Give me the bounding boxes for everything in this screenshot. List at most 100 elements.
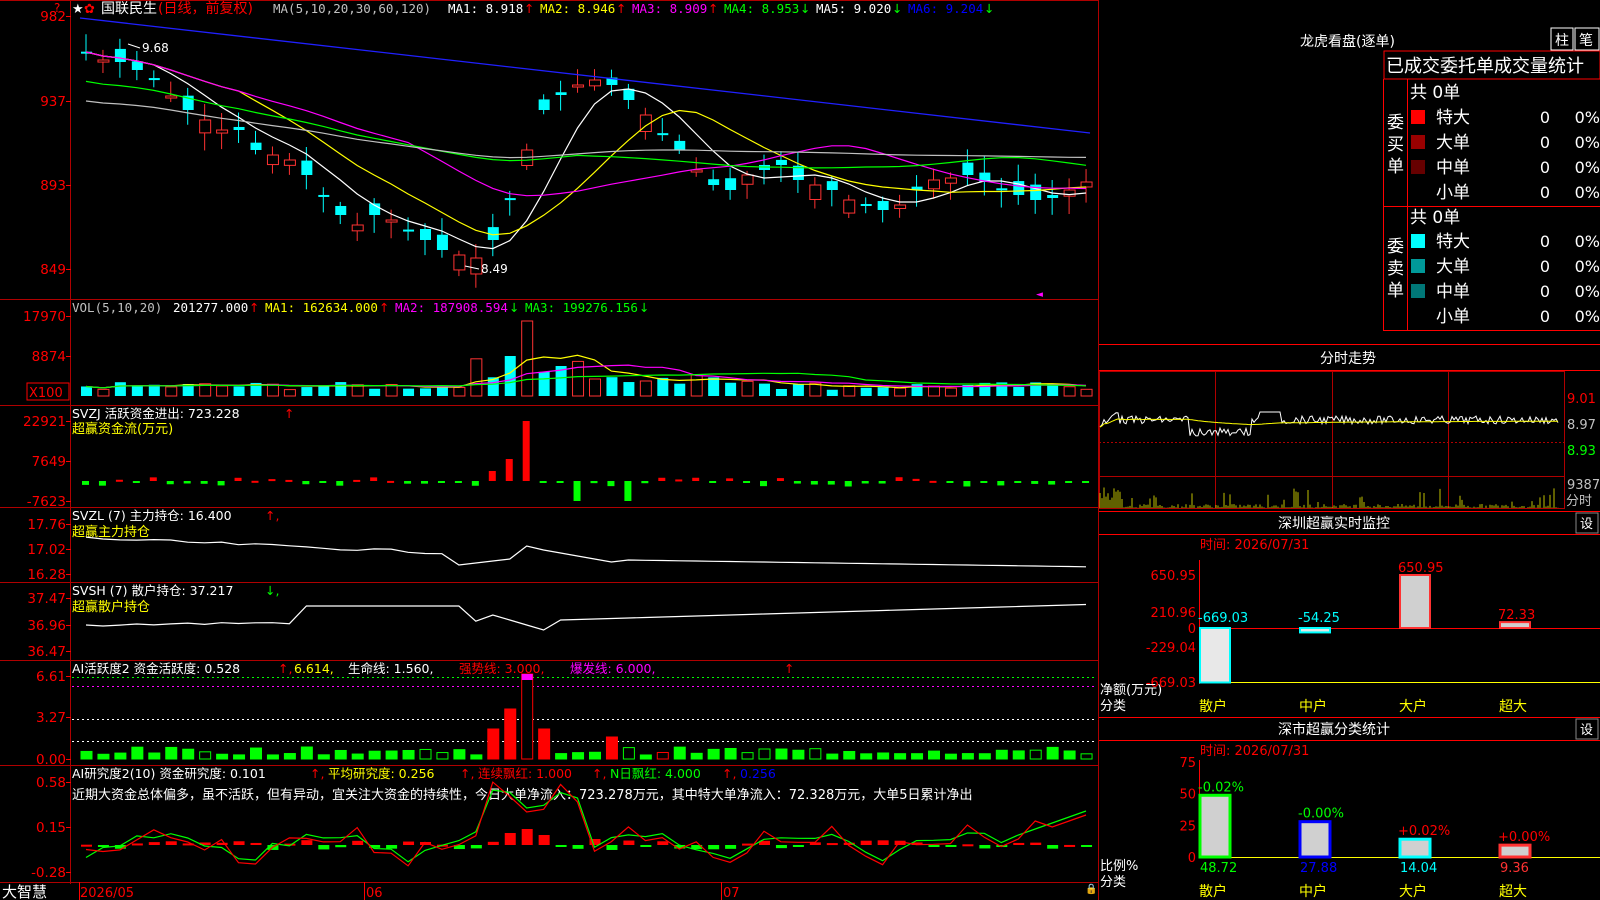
stats-bar-change: -0.02% xyxy=(1198,780,1244,795)
fund-flow-bar xyxy=(82,481,89,485)
activity-bar xyxy=(182,748,195,760)
research-bar xyxy=(504,833,516,845)
fund-flow-bar xyxy=(827,481,835,485)
candle-body xyxy=(436,234,448,250)
research-bar xyxy=(657,841,669,845)
order-row-pct: 0% xyxy=(1575,183,1600,202)
activity-bar xyxy=(385,750,398,760)
candle-body xyxy=(996,188,1008,191)
vol-header: VOL(5,10,20) xyxy=(72,300,162,315)
lock-icon[interactable]: 🔒 xyxy=(1085,883,1097,895)
svg-text:↑,: ↑, xyxy=(592,766,606,781)
research-bar xyxy=(250,842,262,845)
fund-flow-bar xyxy=(980,481,988,483)
activity-bar xyxy=(165,746,178,760)
stats-ylabel-2: 分类 xyxy=(1100,875,1126,890)
stats-bar-change: +0.00% xyxy=(1498,830,1550,845)
volume-bar xyxy=(266,383,279,397)
research-bar xyxy=(487,841,499,845)
svg-text:↑,: ↑, xyxy=(265,508,279,523)
candle-body xyxy=(318,194,330,197)
activity-bar xyxy=(266,754,279,760)
axis-tick-label: -7623 xyxy=(27,494,66,510)
activity-bar xyxy=(1029,749,1042,760)
fund-flow-bar xyxy=(1014,481,1022,483)
screen: 982937893849 ★ ✿ 国联民生 (日线，前复权) MA(5,10,2… xyxy=(0,0,1600,900)
fund-flow-bar xyxy=(743,481,751,483)
volume-bar xyxy=(623,382,635,396)
candle-body xyxy=(1047,195,1059,198)
candle-body xyxy=(894,204,907,210)
price-axis: 982937893849 xyxy=(40,9,71,278)
order-row-count: 0 xyxy=(1540,232,1550,251)
fund-flow-bar xyxy=(590,481,598,484)
vertical-label-char: 卖 xyxy=(1387,259,1404,279)
header-arrow-1: ↑ xyxy=(616,1,626,16)
vertical-label-char: 买 xyxy=(1387,135,1404,155)
research-bar xyxy=(640,845,652,847)
order-row-count: 0 xyxy=(1540,108,1550,127)
header-value-3: MA4: 8.953 xyxy=(724,1,799,16)
ma-values: MA1: 8.918 ↑ MA2: 8.946 ↑ MA3: 8.909 ↑ MA4: 8.… xyxy=(448,1,994,16)
activity-bar xyxy=(877,752,890,760)
research-bar xyxy=(352,840,364,845)
activity-bar xyxy=(1012,750,1025,760)
fund-flow-bar xyxy=(217,481,225,486)
ai-research-avg: 平均研究度: 0.256 xyxy=(328,766,435,781)
vol-plot xyxy=(81,320,1093,397)
svg-text:↑: ↑ xyxy=(784,661,794,676)
order-color-swatch xyxy=(1411,234,1425,248)
ma2-line xyxy=(85,51,1087,236)
candle-body xyxy=(250,142,262,150)
brand-label: 大智慧 xyxy=(2,883,47,900)
research-bar xyxy=(165,841,177,845)
candle-body xyxy=(962,162,974,175)
research-bar xyxy=(318,845,330,850)
svg-text:↑: ↑ xyxy=(284,406,294,421)
candle-body xyxy=(420,228,431,240)
activity-bar xyxy=(250,747,262,760)
stats-bar xyxy=(1498,843,1532,859)
activity-bar xyxy=(216,753,229,760)
fund-flow-bar xyxy=(760,481,767,487)
activity-bar xyxy=(97,753,110,760)
candle-body xyxy=(148,78,160,81)
star-icon[interactable]: ★ xyxy=(72,2,84,17)
fenshi-plot[interactable] xyxy=(1099,411,1559,508)
settings-glyph-icon[interactable]: ✿ xyxy=(84,2,95,17)
research-bar xyxy=(335,845,347,848)
volume-bar xyxy=(504,356,516,396)
volume-bar xyxy=(283,389,296,397)
fund-flow-bar xyxy=(963,481,971,487)
question-icon[interactable]: ? xyxy=(54,1,60,15)
fund-flow-bar xyxy=(573,481,581,501)
fund-flow-bar xyxy=(302,481,310,485)
buy-total: 共 0单 xyxy=(1410,83,1460,103)
activity-bar xyxy=(351,753,364,760)
axis-tick-label: 937 xyxy=(40,94,66,110)
kline-chart-area[interactable]: 982937893849 ★ ✿ 国联民生 (日线，前复权) MA(5,10,2… xyxy=(0,0,1099,900)
activity-bar xyxy=(300,746,313,760)
ai-active-burst: 爆发线: 6.000, xyxy=(570,661,655,676)
stats-tabs[interactable]: 已成交委托单成交量统计 xyxy=(1386,56,1584,77)
order-row-count: 0 xyxy=(1540,282,1550,301)
fs-vol-label: 分时 xyxy=(1566,494,1592,509)
fund-flow-bar xyxy=(285,479,293,482)
order-row-pct: 0% xyxy=(1575,257,1600,276)
axis-tick-label: 36.96 xyxy=(27,618,66,634)
svzl-axis: 17.76 17.02 16.28 xyxy=(27,517,71,583)
ma6-line xyxy=(79,17,1091,134)
fund-flow-bar xyxy=(946,481,954,483)
activity-bar xyxy=(639,754,652,760)
volume-bar xyxy=(759,383,770,396)
candle-body xyxy=(266,154,279,166)
activity-bar xyxy=(911,753,924,760)
research-bar xyxy=(81,844,92,847)
order-row-name: 小单 xyxy=(1436,183,1470,203)
header-arrow-3: ↓ xyxy=(800,1,810,16)
activity-bar xyxy=(487,728,500,760)
axis-tick-label: 893 xyxy=(40,178,66,194)
candle-body xyxy=(826,181,838,190)
monitor-category: 超大 xyxy=(1499,699,1527,715)
order-row-name: 中单 xyxy=(1436,158,1470,178)
